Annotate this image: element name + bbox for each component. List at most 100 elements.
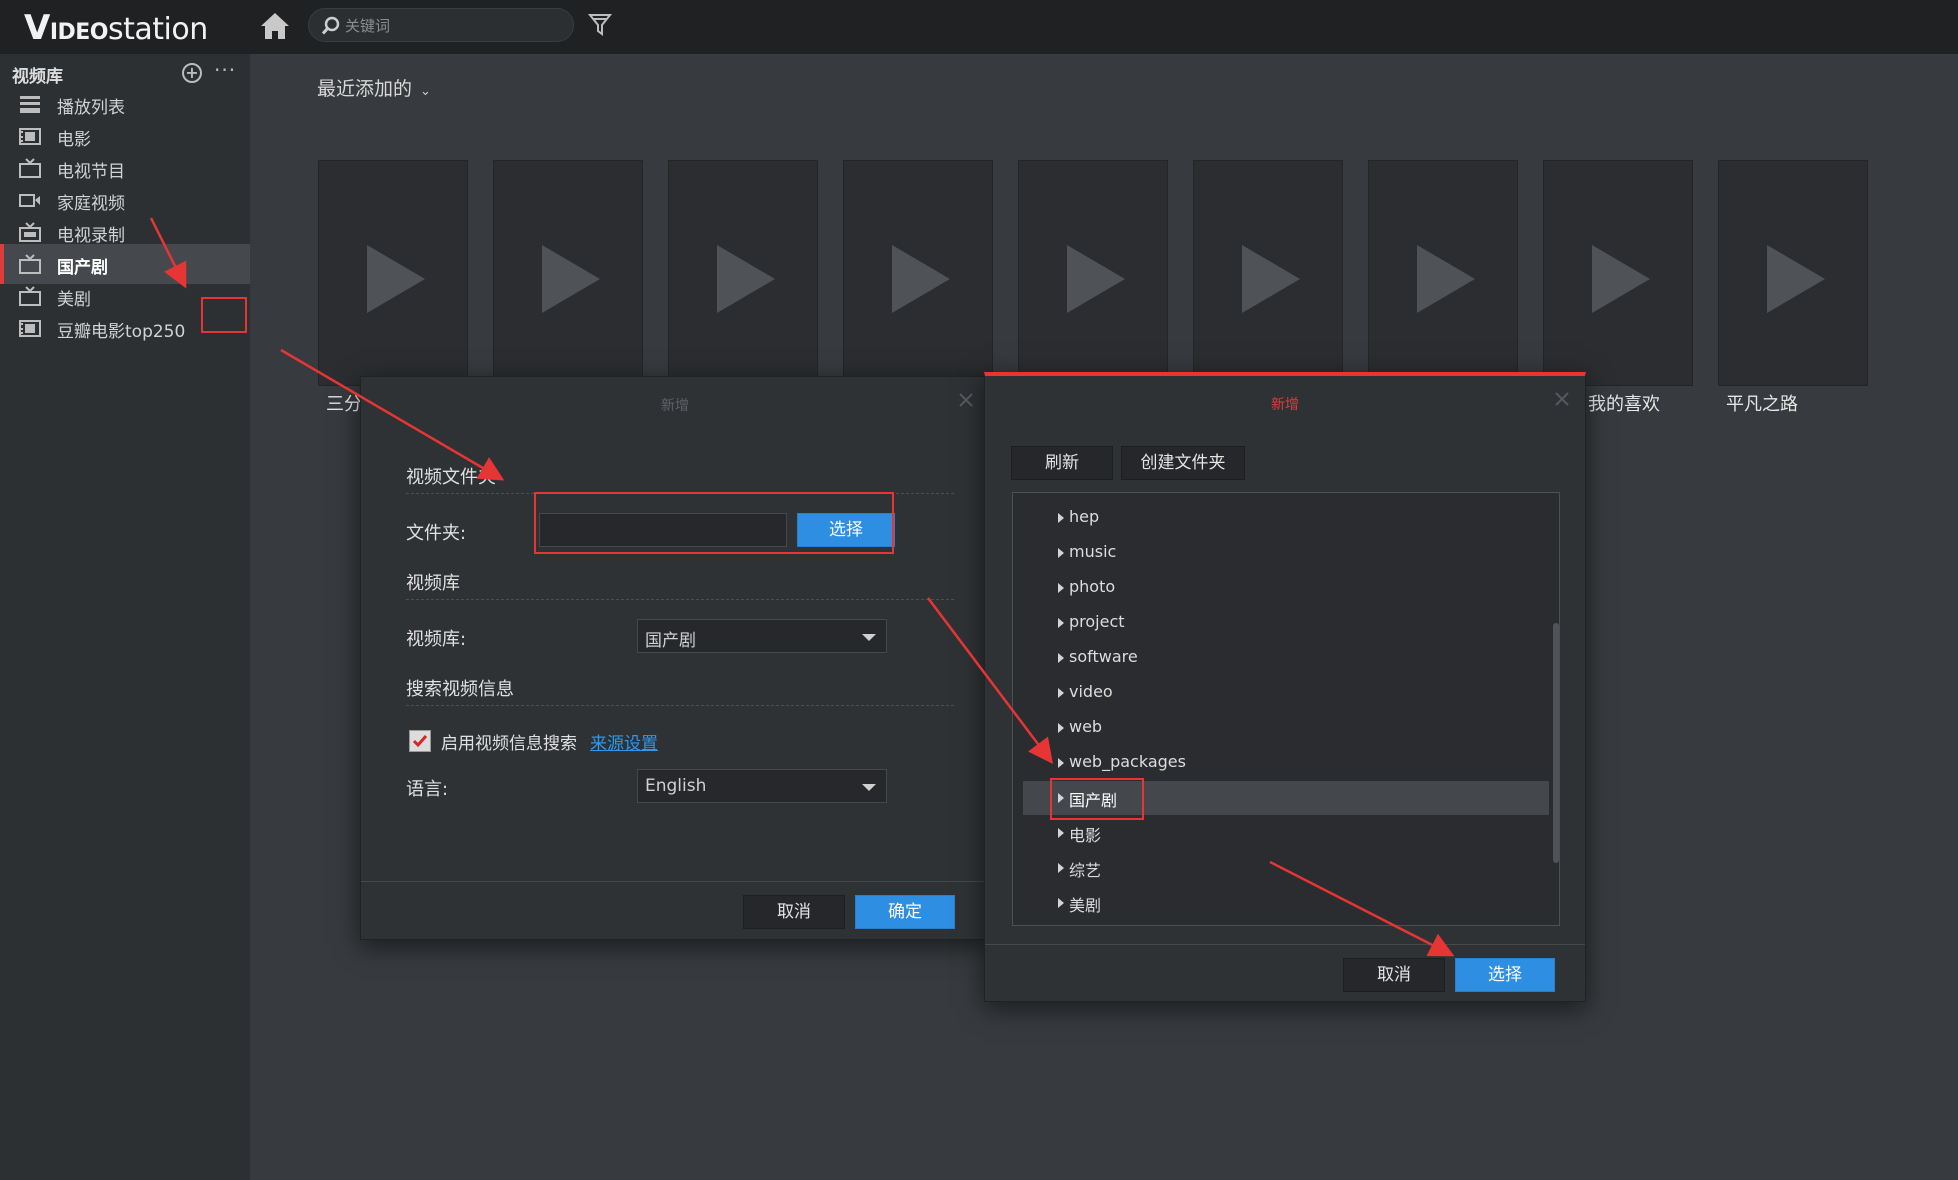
sidebar-item-label: 电影: [57, 130, 91, 150]
chevron-down-icon: ⌄: [420, 84, 431, 99]
sidebar-item-label: 电视节目: [57, 162, 125, 182]
expand-arrow-icon[interactable]: [1058, 793, 1064, 803]
refresh-button[interactable]: 刷新: [1011, 446, 1113, 480]
section-library: 视频库: [406, 573, 460, 594]
video-thumbnail[interactable]: [843, 160, 993, 386]
dropdown-caret-icon: [862, 784, 876, 791]
enable-search-checkbox[interactable]: [409, 730, 431, 752]
folder-name: hep: [1069, 507, 1100, 526]
video-title[interactable]: 三分: [326, 390, 362, 416]
sidebar-item-label: 国产剧: [57, 258, 108, 278]
language-label: 语言:: [406, 779, 449, 800]
dropdown-caret-icon: [862, 634, 876, 641]
tv-icon: [18, 286, 42, 306]
expand-arrow-icon[interactable]: [1058, 828, 1064, 838]
video-thumbnail[interactable]: [1018, 160, 1168, 386]
expand-arrow-icon[interactable]: [1058, 583, 1064, 593]
search-box[interactable]: [308, 8, 574, 42]
play-icon: [1417, 245, 1475, 313]
library-select[interactable]: 国产剧: [637, 619, 887, 653]
section-search-info: 搜索视频信息: [406, 679, 514, 700]
folder-tree-item[interactable]: 综艺: [1023, 851, 1549, 885]
folder-name: 电影: [1069, 826, 1102, 845]
folder-tree-item[interactable]: web: [1023, 711, 1549, 745]
video-thumbnail[interactable]: [1718, 160, 1868, 386]
top-bar: VIDEOstation: [0, 0, 1958, 54]
select-button[interactable]: 选择: [1455, 958, 1555, 992]
folder-name: web_packages: [1069, 752, 1186, 771]
folder-tree-item[interactable]: 美剧: [1023, 886, 1549, 920]
footer-divider: [361, 881, 989, 882]
expand-arrow-icon[interactable]: [1058, 513, 1064, 523]
folder-tree-item[interactable]: web_packages: [1023, 746, 1549, 780]
video-thumbnail[interactable]: [1193, 160, 1343, 386]
folder-name: 国产剧: [1069, 791, 1118, 810]
add-folder-dialog: 新增 视频文件夹 文件夹: 选择 视频库 视频库: 国产剧 搜索视频信息 启用视…: [360, 376, 990, 940]
folder-tree-item[interactable]: software: [1023, 641, 1549, 675]
tv-icon: [18, 158, 42, 178]
tv-record-icon: [18, 222, 42, 242]
folder-name: 综艺: [1069, 861, 1102, 880]
expand-arrow-icon[interactable]: [1058, 898, 1064, 908]
play-icon: [1067, 245, 1125, 313]
folder-tree-item[interactable]: music: [1023, 536, 1549, 570]
add-library-icon[interactable]: +: [182, 63, 202, 83]
folder-name: music: [1069, 542, 1117, 561]
folder-tree-item[interactable]: 国产剧: [1023, 781, 1549, 815]
divider: [406, 493, 954, 494]
divider: [406, 599, 954, 600]
video-title[interactable]: 平凡之路: [1726, 390, 1798, 416]
language-select[interactable]: English: [637, 769, 887, 803]
home-icon[interactable]: [258, 10, 292, 42]
video-thumbnail[interactable]: [493, 160, 643, 386]
movie-icon: [18, 318, 42, 338]
folder-tree-item[interactable]: video: [1023, 676, 1549, 710]
folder-tree-item[interactable]: hep: [1023, 501, 1549, 535]
section-video-folder: 视频文件夹: [406, 467, 496, 488]
language-selected-value: English: [645, 776, 707, 796]
create-folder-button[interactable]: 创建文件夹: [1121, 446, 1245, 480]
dialog-title: 新增: [661, 398, 689, 414]
folder-tree-item[interactable]: photo: [1023, 571, 1549, 605]
sidebar: 视频库 + ··· 播放列表 电影 电视节目 家庭视频 电视录制 国产剧 美剧 豆瓣电影top…: [0, 54, 250, 1180]
filter-icon[interactable]: [587, 12, 613, 38]
more-icon[interactable]: ···: [214, 58, 236, 82]
folder-name: photo: [1069, 577, 1116, 596]
expand-arrow-icon[interactable]: [1058, 618, 1064, 628]
close-icon[interactable]: [957, 391, 975, 409]
play-icon: [892, 245, 950, 313]
expand-arrow-icon[interactable]: [1058, 863, 1064, 873]
cancel-button[interactable]: 取消: [743, 895, 845, 929]
folder-tree-item[interactable]: project: [1023, 606, 1549, 640]
tv-icon: [18, 254, 42, 274]
sidebar-item-label: 播放列表: [57, 98, 125, 118]
cancel-button[interactable]: 取消: [1343, 958, 1445, 992]
expand-arrow-icon[interactable]: [1058, 548, 1064, 558]
search-input[interactable]: [345, 15, 565, 37]
dialog-title: 新增: [1271, 397, 1299, 413]
expand-arrow-icon[interactable]: [1058, 723, 1064, 733]
view-selector[interactable]: 最近添加的 ⌄: [317, 74, 431, 101]
play-icon: [367, 245, 425, 313]
play-icon: [1242, 245, 1300, 313]
folder-tree[interactable]: hep music photo project software video web web_…: [1012, 492, 1560, 926]
video-thumbnail[interactable]: [1543, 160, 1693, 386]
sidebar-item-label: 美剧: [57, 290, 91, 310]
close-icon[interactable]: [1553, 390, 1571, 408]
source-settings-link[interactable]: 来源设置: [590, 729, 658, 754]
sidebar-item[interactable]: 豆瓣电影top250: [0, 308, 250, 348]
scrollbar[interactable]: [1553, 623, 1559, 863]
expand-arrow-icon[interactable]: [1058, 653, 1064, 663]
expand-arrow-icon[interactable]: [1058, 688, 1064, 698]
video-thumbnail[interactable]: [1368, 160, 1518, 386]
video-thumbnail[interactable]: [668, 160, 818, 386]
search-icon: [321, 16, 341, 40]
select-folder-button[interactable]: 选择: [797, 513, 895, 547]
folder-name: software: [1069, 647, 1138, 666]
folder-path-input[interactable]: [539, 513, 787, 547]
video-title[interactable]: 我的喜欢: [1588, 390, 1660, 416]
ok-button[interactable]: 确定: [855, 895, 955, 929]
expand-arrow-icon[interactable]: [1058, 758, 1064, 768]
video-thumbnail[interactable]: [318, 160, 468, 386]
folder-tree-item[interactable]: 电影: [1023, 816, 1549, 850]
